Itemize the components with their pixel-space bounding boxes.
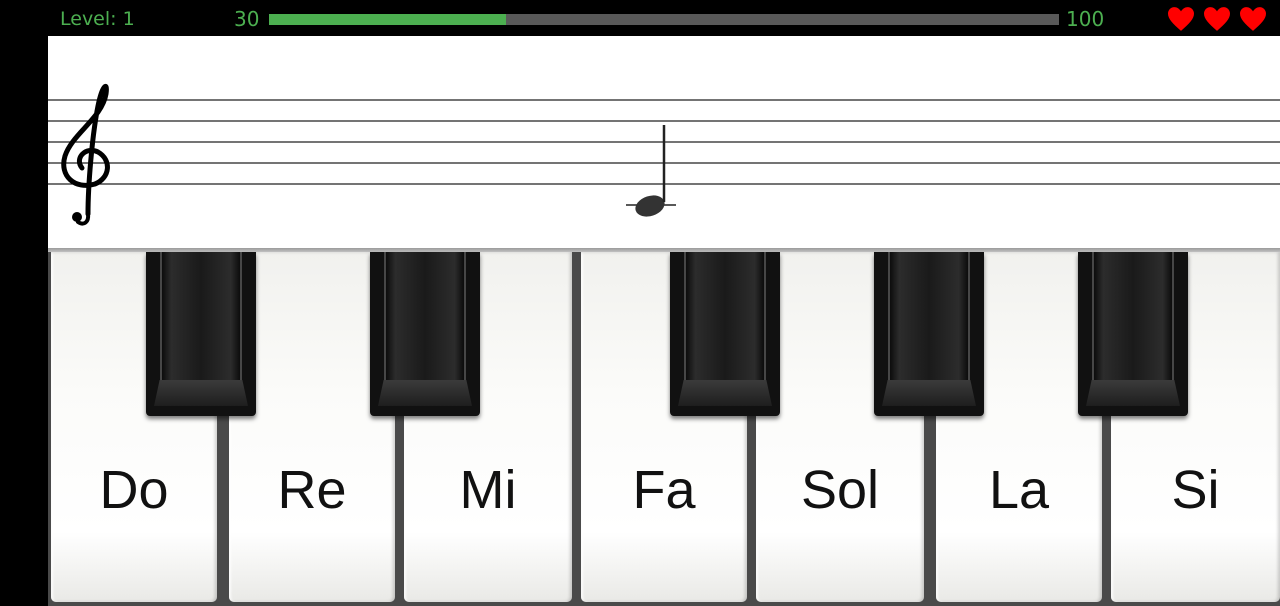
black-key-face bbox=[888, 252, 970, 380]
key-label: Re bbox=[277, 460, 347, 520]
piano-key-fa-sharp[interactable] bbox=[670, 252, 780, 416]
piano-key-la-sharp[interactable] bbox=[1078, 252, 1188, 416]
black-key-lip bbox=[154, 380, 248, 406]
game-screen: Level: 1 30 100 Do Re Mi Fa Sol La Si bbox=[0, 0, 1280, 606]
black-key-face bbox=[160, 252, 242, 380]
black-key-face bbox=[384, 252, 466, 380]
lives-indicator bbox=[1166, 6, 1268, 32]
black-key-face bbox=[1092, 252, 1174, 380]
key-label: Do bbox=[99, 460, 169, 520]
level-label: Level: 1 bbox=[60, 8, 135, 30]
staff-lines bbox=[48, 83, 1280, 226]
piano-key-sol-sharp[interactable] bbox=[874, 252, 984, 416]
heart-icon bbox=[1240, 7, 1266, 31]
quarter-note-icon bbox=[626, 125, 676, 217]
black-key-lip bbox=[882, 380, 976, 406]
piano-keyboard: Do Re Mi Fa Sol La Si bbox=[48, 252, 1280, 606]
music-staff bbox=[48, 36, 1280, 248]
black-key-lip bbox=[678, 380, 772, 406]
piano-key-do-sharp[interactable] bbox=[146, 252, 256, 416]
progress-bar bbox=[269, 14, 1059, 25]
key-label: Fa bbox=[632, 460, 696, 520]
treble-clef-icon bbox=[61, 83, 110, 226]
key-label: Mi bbox=[459, 460, 517, 520]
heart-icon bbox=[1204, 7, 1230, 31]
progress-min-label: 30 bbox=[234, 7, 260, 31]
progress-max-label: 100 bbox=[1066, 7, 1105, 31]
hud-bar: Level: 1 30 100 bbox=[0, 0, 1280, 36]
key-label: La bbox=[988, 460, 1050, 520]
black-key-lip bbox=[1086, 380, 1180, 406]
key-label: Si bbox=[1171, 460, 1220, 520]
piano-key-re-sharp[interactable] bbox=[370, 252, 480, 416]
heart-icon bbox=[1168, 7, 1194, 31]
key-label: Sol bbox=[800, 460, 880, 520]
progress-fill bbox=[269, 14, 506, 25]
black-key-lip bbox=[378, 380, 472, 406]
black-key-face bbox=[684, 252, 766, 380]
